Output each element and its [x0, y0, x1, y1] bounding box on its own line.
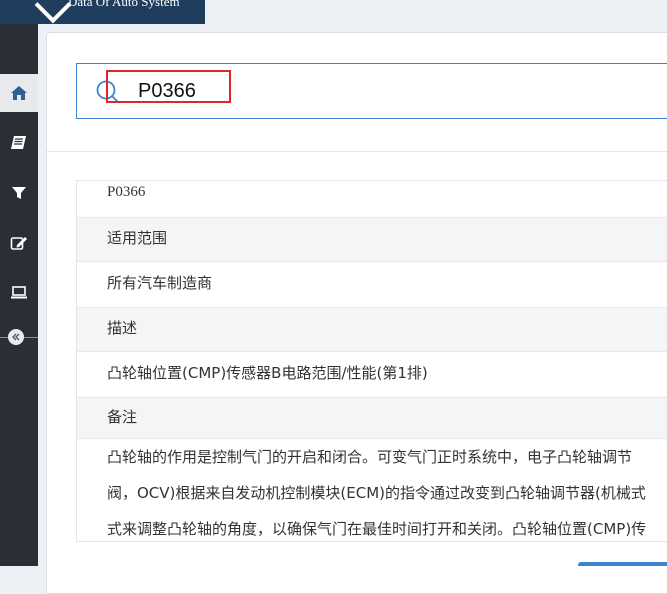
laptop-icon: [11, 286, 27, 299]
notes-text: 凸轮轴的作用是控制气门的开启和闭合。可变气门正时系统中，电子凸轮轴调节 阀，OC…: [77, 439, 667, 541]
sidebar: [0, 24, 38, 566]
bottom-action-button[interactable]: [578, 562, 667, 566]
sidebar-item-laptop[interactable]: [0, 274, 38, 312]
double-chevron-left-icon: [12, 333, 20, 341]
description-value: 凸轮轴位置(CMP)传感器B电路范围/性能(第1排): [77, 352, 667, 398]
sidebar-item-book[interactable]: [0, 124, 38, 162]
notes-line: 式来调整凸轮轴的角度，以确保气门在最佳时间打开和关闭。凸轮轴位置(CMP)传: [107, 520, 647, 538]
result-table: P0366 适用范围 所有汽车制造商 描述 凸轮轴位置(CMP)传感器B电路范围…: [76, 180, 667, 542]
logo-text: Data Of Auto System: [68, 0, 180, 9]
sidebar-item-filter[interactable]: [0, 174, 38, 212]
applicable-label: 适用范围: [77, 218, 667, 262]
filter-icon: [12, 187, 26, 199]
edit-icon: [10, 237, 27, 250]
notes-line: 凸轮轴的作用是控制气门的开启和闭合。可变气门正时系统中，电子凸轮轴调节: [107, 448, 633, 466]
book-icon: [11, 136, 26, 149]
notes-line: 阀，OCV)根据来自发动机控制模块(ECM)的指令通过改变到凸轮轴调节器(机械式: [107, 484, 646, 502]
sidebar-collapse-button[interactable]: [8, 329, 24, 345]
notes-label: 备注: [77, 398, 667, 439]
panel-divider: [47, 151, 667, 152]
result-code: P0366: [77, 181, 667, 218]
sidebar-item-edit[interactable]: [0, 224, 38, 262]
applicable-value: 所有汽车制造商: [77, 262, 667, 308]
logo-bar: Data Of Auto System: [0, 0, 205, 24]
search-highlight-box: [106, 70, 231, 103]
logo-mark-icon: [34, 0, 72, 24]
home-icon: [11, 86, 27, 100]
description-label: 描述: [77, 308, 667, 352]
sidebar-item-home[interactable]: [0, 74, 38, 112]
